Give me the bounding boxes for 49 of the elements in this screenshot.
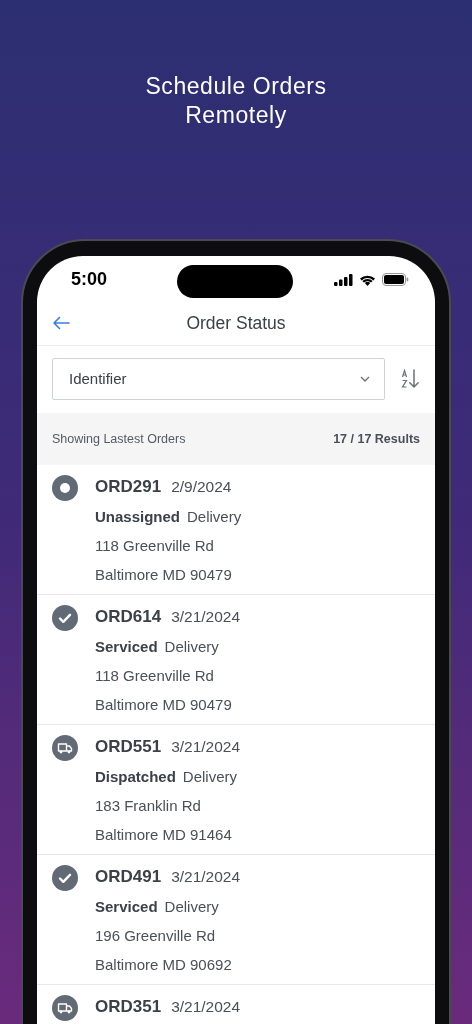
order-row[interactable]: ORD491 3/21/2024 Serviced Delivery 196 Greenville Rd Baltimore MD 90692 — [37, 855, 435, 985]
order-status: Dispatched — [95, 766, 176, 787]
sort-icon[interactable] — [401, 369, 421, 389]
order-status: Serviced — [95, 636, 158, 657]
result-count: 17 / 17 Results — [333, 430, 420, 448]
headline-text: Remotely — [185, 101, 287, 130]
truck-icon — [52, 995, 78, 1021]
order-street: 118 Greenville Rd — [95, 536, 215, 557]
check-circle-icon — [52, 865, 78, 891]
order-city: Baltimore MD 90692 — [95, 954, 233, 975]
signal-icon — [334, 273, 353, 286]
order-date: 3/21/2024 — [171, 997, 241, 1018]
chevron-down-icon — [360, 376, 370, 382]
truck-icon — [52, 735, 78, 761]
order-id: ORD291 — [95, 476, 162, 499]
identifier-dropdown[interactable]: Identifier — [52, 358, 385, 400]
headline-text: Schedule Orders — [145, 72, 327, 101]
order-row[interactable]: ORD351 3/21/2024 — [37, 985, 435, 1024]
order-status: Serviced — [95, 896, 158, 917]
order-status: Unassigned — [95, 506, 181, 527]
order-street: 196 Greenville Rd — [95, 926, 217, 947]
summary-label: Showing Lastest Orders — [52, 430, 186, 448]
order-type: Delivery — [164, 636, 219, 657]
order-row[interactable]: ORD614 3/21/2024 Serviced Delivery 118 Greenville Rd Baltimore MD 90479 — [37, 595, 435, 725]
order-city: Baltimore MD 90479 — [95, 564, 233, 585]
order-id: ORD614 — [95, 606, 162, 629]
order-date: 3/21/2024 — [171, 737, 241, 758]
order-row[interactable]: ORD291 2/9/2024 Unassigned Delivery 118 Greenville Rd Baltimore MD 90479 — [37, 465, 435, 595]
wifi-icon — [359, 273, 376, 286]
order-street: 118 Greenville Rd — [95, 666, 215, 687]
order-date: 2/9/2024 — [171, 477, 232, 498]
order-date: 3/21/2024 — [171, 867, 241, 888]
order-type: Delivery — [187, 506, 242, 527]
dot-circle-icon — [52, 475, 78, 501]
order-type: Delivery — [182, 766, 238, 787]
battery-icon — [382, 273, 409, 286]
order-street: 183 Franklin Rd — [95, 796, 202, 817]
status-time: 5:00 — [71, 268, 108, 291]
order-type: Delivery — [164, 896, 219, 917]
order-id: ORD351 — [95, 996, 162, 1019]
order-id: ORD491 — [95, 866, 162, 889]
screen-title: Order Status — [186, 311, 286, 335]
check-circle-icon — [52, 605, 78, 631]
back-arrow-icon[interactable] — [52, 316, 70, 330]
order-id: ORD551 — [95, 736, 162, 759]
order-row[interactable]: ORD551 3/21/2024 Dispatched Delivery 183 Franklin Rd Baltimore MD 91464 — [37, 725, 435, 855]
order-date: 3/21/2024 — [171, 607, 241, 628]
order-city: Baltimore MD 90479 — [95, 694, 233, 715]
order-city: Baltimore MD 91464 — [95, 824, 233, 845]
